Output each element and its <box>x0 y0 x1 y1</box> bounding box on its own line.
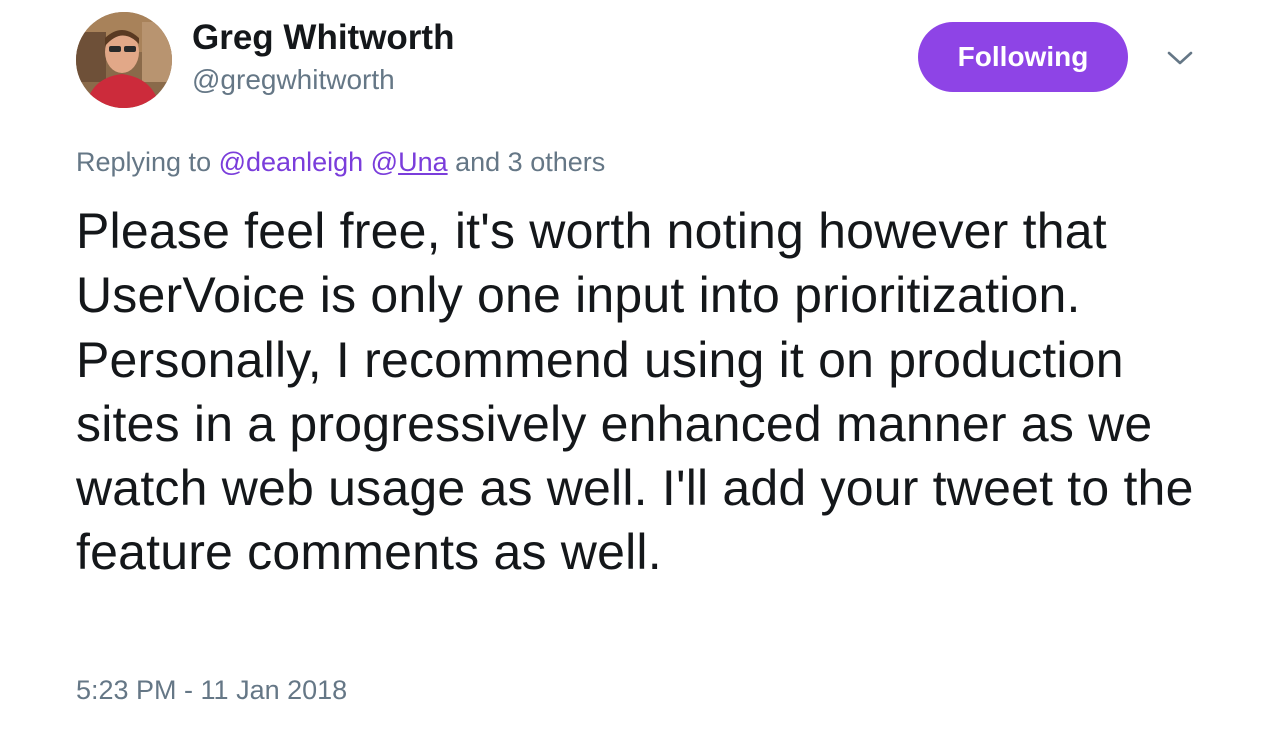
display-name[interactable]: Greg Whitworth <box>192 18 454 58</box>
mention-link-una[interactable]: @Una <box>371 147 448 177</box>
mention-name-una: Una <box>398 147 448 177</box>
replying-to-line: Replying to @deanleigh @Una and 3 others <box>76 144 605 180</box>
avatar-photo <box>76 12 172 108</box>
avatar[interactable] <box>76 12 172 108</box>
chevron-down-icon <box>1167 51 1193 65</box>
more-options-button[interactable] <box>1164 44 1196 72</box>
tweet-timestamp[interactable]: 5:23 PM - 11 Jan 2018 <box>76 672 347 708</box>
user-handle[interactable]: @gregwhitworth <box>192 62 395 98</box>
tweet-text: Please feel free, it's worth noting howe… <box>76 203 1194 581</box>
following-button[interactable]: Following <box>918 22 1128 92</box>
others-label[interactable]: and 3 others <box>455 147 605 177</box>
mention-at-symbol: @ <box>370 147 399 177</box>
replying-to-label: Replying to <box>76 147 212 177</box>
mention-link-deanleigh[interactable]: @deanleigh <box>219 147 364 177</box>
